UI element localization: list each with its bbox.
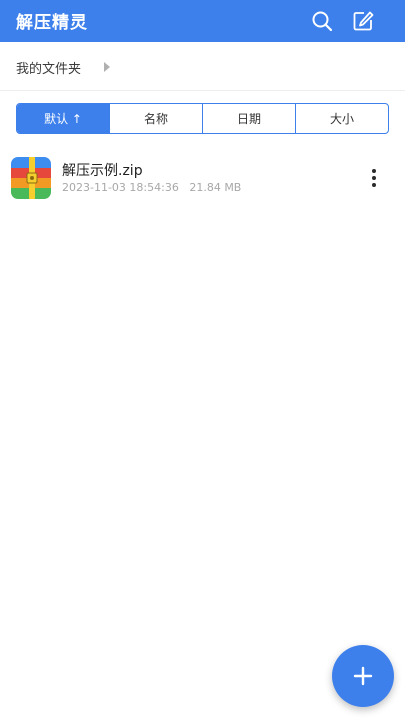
app-title: 解压精灵 [16, 13, 88, 33]
search-icon [312, 11, 333, 32]
breadcrumb-folder[interactable]: 我的文件夹 [16, 58, 81, 77]
breadcrumb: 我的文件夹 [0, 42, 405, 91]
plus-icon [353, 666, 373, 686]
edit-button[interactable] [348, 6, 378, 36]
search-button[interactable] [307, 6, 337, 36]
file-name: 解压示例.zip [62, 163, 143, 179]
sort-tabs: 默认 ↑ 名称 日期 大小 [16, 103, 389, 134]
edit-icon [353, 11, 374, 31]
app-bar: 解压精灵 [0, 0, 405, 42]
file-size: 21.84 MB [189, 181, 242, 194]
sort-tab-date[interactable]: 日期 [202, 104, 295, 133]
chevron-right-icon [104, 62, 110, 72]
more-vert-icon [372, 169, 376, 173]
sort-tab-size[interactable]: 大小 [295, 104, 388, 133]
file-list-item[interactable]: 解压示例.zip 2023-11-03 18:54:36 21.84 MB [0, 152, 405, 204]
sort-tab-default[interactable]: 默认 ↑ [17, 104, 109, 133]
more-options-button[interactable] [362, 166, 386, 190]
file-meta: 2023-11-03 18:54:36 21.84 MB [62, 181, 241, 194]
sort-tab-name[interactable]: 名称 [109, 104, 202, 133]
add-fab-button[interactable] [332, 645, 394, 707]
archive-icon [11, 157, 51, 199]
file-date: 2023-11-03 18:54:36 [62, 181, 179, 194]
